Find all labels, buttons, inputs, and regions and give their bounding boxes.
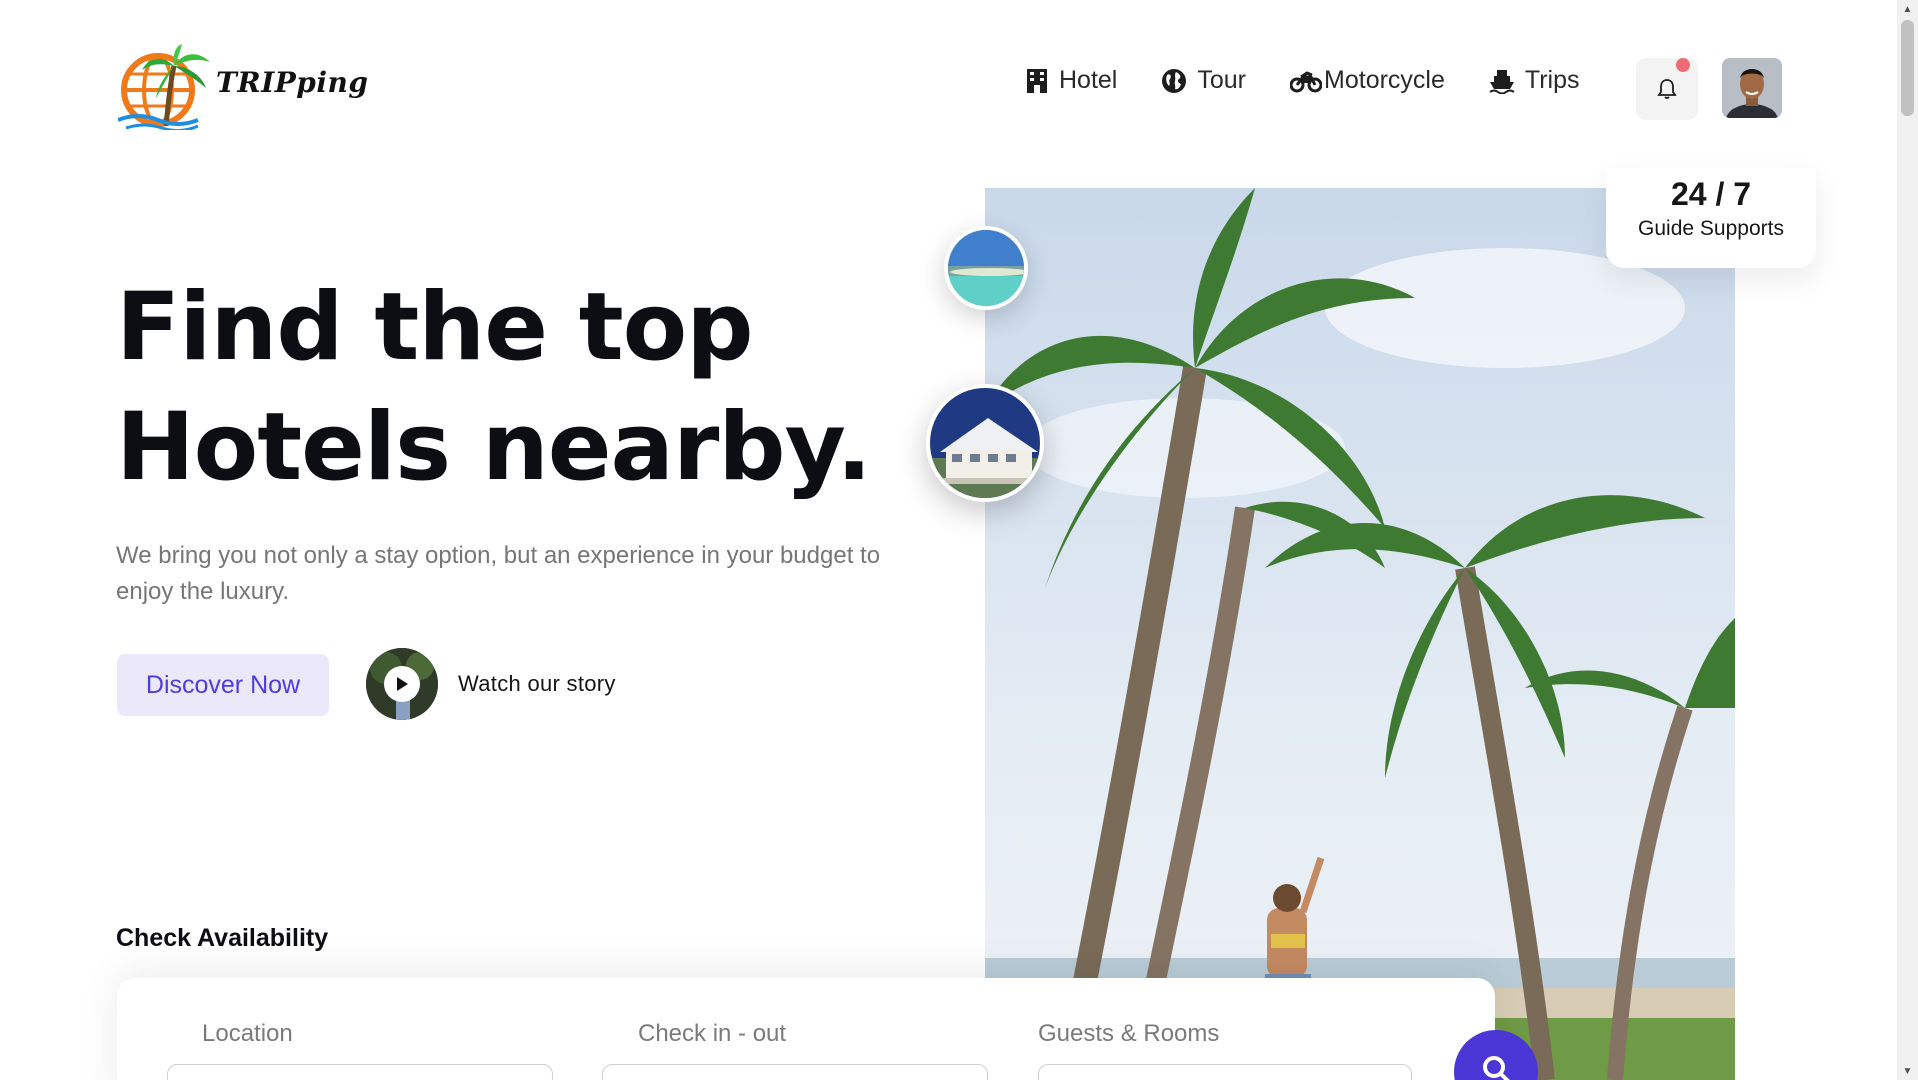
nav-label-tour: Tour: [1197, 66, 1247, 94]
play-icon: [384, 666, 420, 702]
nav-item-tour[interactable]: Tour: [1161, 66, 1246, 95]
discover-now-button[interactable]: Discover Now: [117, 654, 329, 716]
guests-rooms-label: Guests & Rooms: [1038, 1020, 1220, 1047]
brand-logo[interactable]: TRIPping: [117, 44, 368, 133]
location-label: Location: [202, 1020, 293, 1047]
notification-dot: [1676, 58, 1690, 72]
logo-globe-palm-icon: [117, 44, 210, 133]
support-hours: 24 / 7: [1670, 176, 1752, 212]
hero-beach-image: [985, 188, 1735, 1080]
globe-icon: [1162, 68, 1187, 93]
watch-story-thumbnail: [366, 648, 438, 720]
avatar-photo: [1722, 58, 1782, 118]
availability-title: Check Availability: [116, 924, 329, 952]
hero-subtitle: We bring you not only a stay option, but…: [116, 542, 881, 605]
hero-title-line2: Hotels nearby.: [116, 393, 872, 502]
watch-story-button[interactable]: Watch our story: [366, 648, 616, 720]
nav-item-hotel[interactable]: Hotel: [1025, 66, 1117, 95]
hero-title-line1: Find the top: [116, 273, 753, 382]
watch-story-label: Watch our story: [458, 671, 616, 696]
support-label: Guide Supports: [1638, 217, 1784, 240]
user-avatar[interactable]: [1722, 58, 1782, 118]
logo-text: TRIPping: [216, 66, 369, 99]
search-icon: [1483, 1056, 1510, 1080]
scroll-down-arrow-icon[interactable]: ▼: [1897, 1062, 1918, 1080]
motorcycle-icon: [1290, 70, 1323, 92]
destination-thumbnail-hotel[interactable]: [926, 384, 1044, 502]
scroll-up-arrow-icon[interactable]: ▲: [1897, 0, 1918, 18]
bell-icon: [1657, 79, 1677, 99]
main-nav: Hotel Tour Motorcycle Trips: [1025, 66, 1624, 95]
page-scrollbar[interactable]: ▲ ▼: [1897, 0, 1918, 1080]
ship-icon: [1489, 69, 1515, 94]
nav-label-motorcycle: Motorcycle: [1324, 66, 1445, 94]
hero-title: Find the top Hotels nearby.: [116, 268, 872, 508]
nav-label-hotel: Hotel: [1059, 66, 1118, 94]
nav-item-motorcycle[interactable]: Motorcycle: [1290, 66, 1445, 95]
scroll-thumb[interactable]: [1901, 20, 1914, 116]
check-in-out-input[interactable]: [602, 1064, 988, 1080]
guests-rooms-input[interactable]: [1038, 1064, 1412, 1080]
check-in-out-label: Check in - out: [638, 1020, 787, 1047]
location-input[interactable]: [167, 1064, 553, 1080]
nav-label-trips: Trips: [1524, 66, 1580, 94]
support-card: 24 / 7 Guide Supports: [1606, 168, 1816, 268]
nav-item-trips[interactable]: Trips: [1489, 66, 1580, 95]
notifications-button[interactable]: [1636, 58, 1698, 120]
destination-thumbnail-beach[interactable]: [944, 226, 1028, 310]
hotel-building-icon: [1027, 68, 1047, 93]
palm-beach-illustration: [985, 188, 1735, 1080]
